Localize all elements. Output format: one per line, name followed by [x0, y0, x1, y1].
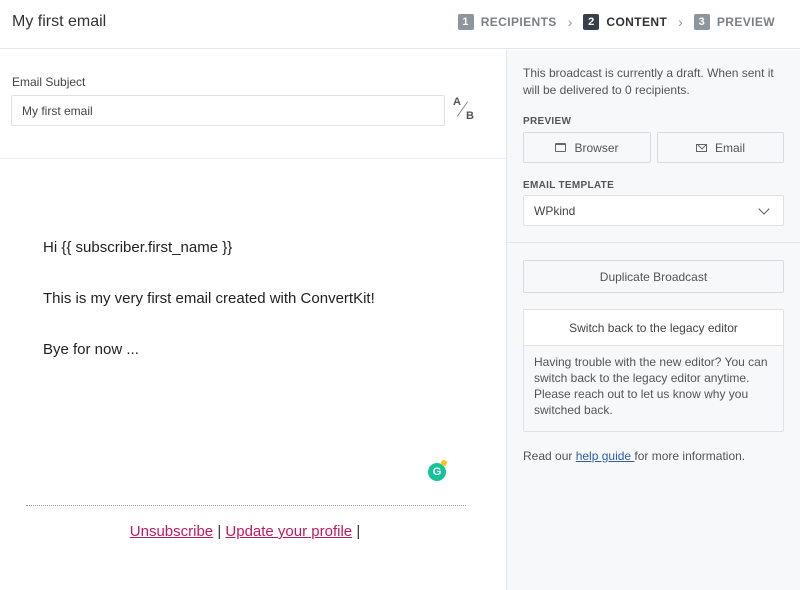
step-number: 1 — [457, 14, 474, 30]
footer-separator: | — [217, 523, 222, 540]
email-subject-label: Email Subject — [12, 75, 86, 89]
step-number: 3 — [693, 14, 710, 30]
chevron-right-icon: › — [567, 14, 573, 30]
step-nav: 1 RECIPIENTS › 2 CONTENT › 3 PREVIEW — [457, 14, 775, 30]
email-signoff[interactable]: Bye for now ... — [43, 341, 375, 359]
step-preview[interactable]: 3 PREVIEW — [693, 14, 775, 30]
mail-icon — [695, 143, 707, 152]
step-recipients[interactable]: 1 RECIPIENTS — [457, 14, 557, 30]
draft-status-note: This broadcast is currently a draft. Whe… — [523, 66, 774, 97]
footer-divider — [26, 505, 466, 506]
email-subject-input[interactable] — [11, 95, 445, 126]
unsubscribe-link[interactable]: Unsubscribe — [130, 523, 213, 540]
divider — [0, 158, 506, 159]
grammarly-status-dot — [441, 460, 447, 466]
page-title: My first email — [12, 13, 107, 30]
help-text: Read our help guide for more information… — [523, 449, 746, 463]
help-guide-link[interactable]: help guide — [576, 449, 635, 463]
email-template-select[interactable]: WPkind — [523, 195, 784, 226]
step-label: CONTENT — [606, 15, 668, 29]
legacy-editor-help-text: Having trouble with the new editor? You … — [534, 355, 768, 417]
footer-separator: | — [356, 523, 361, 540]
legacy-editor-panel: Switch back to the legacy editor Having … — [523, 309, 784, 432]
switch-legacy-editor-button[interactable]: Switch back to the legacy editor — [524, 310, 783, 346]
email-template-label: EMAIL TEMPLATE — [523, 180, 615, 191]
step-label: RECIPIENTS — [480, 15, 557, 29]
update-profile-link[interactable]: Update your profile — [225, 523, 352, 540]
preview-browser-button[interactable]: Browser — [523, 132, 651, 163]
ab-test-icon[interactable]: A B — [452, 96, 476, 124]
step-number: 2 — [583, 14, 600, 30]
step-label: PREVIEW — [716, 15, 775, 29]
email-greeting[interactable]: Hi {{ subscriber.first_name }} — [43, 239, 375, 257]
step-content[interactable]: 2 CONTENT — [583, 14, 667, 30]
preview-email-button[interactable]: Email — [657, 132, 784, 163]
chevron-right-icon: › — [678, 14, 683, 30]
divider — [507, 242, 800, 243]
chevron-down-icon — [758, 202, 770, 215]
email-template-value: WPkind — [534, 203, 576, 218]
header-bar: My first email 1 RECIPIENTS › 2 CONTENT … — [0, 0, 800, 49]
email-paragraph[interactable]: This is my very first email created with… — [43, 290, 375, 308]
email-footer: Unsubscribe | Update your profile | — [0, 523, 490, 540]
duplicate-broadcast-button[interactable]: Duplicate Broadcast — [523, 260, 784, 293]
editor-panel: Email Subject A B Hi {{ subscriber.first… — [0, 50, 506, 590]
email-body-editor[interactable]: Hi {{ subscriber.first_name }} This is m… — [43, 239, 375, 392]
settings-sidebar: This broadcast is currently a draft. Whe… — [506, 50, 800, 590]
preview-section-label: PREVIEW — [523, 116, 572, 127]
browser-icon — [555, 143, 567, 152]
